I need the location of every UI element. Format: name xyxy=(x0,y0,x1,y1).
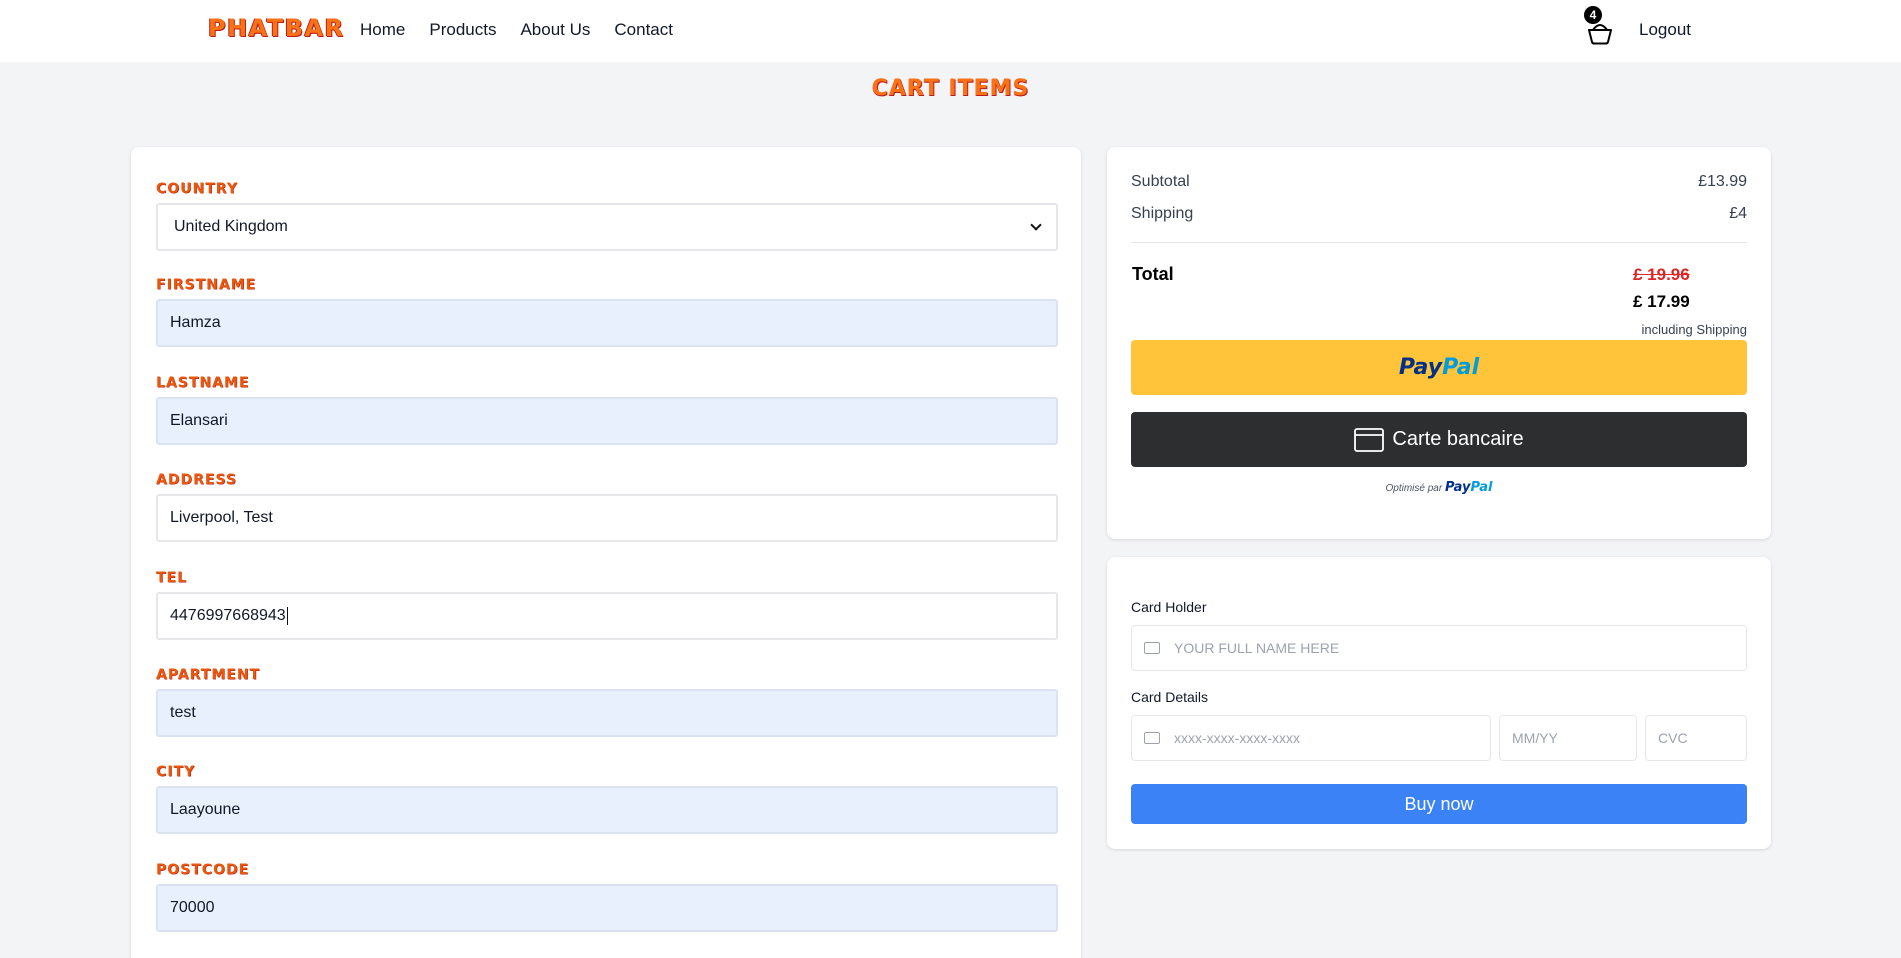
tel-label: Tel xyxy=(156,570,188,586)
card-button-label: Carte bancaire xyxy=(1392,428,1524,450)
firstname-label: Firstname xyxy=(156,277,257,293)
cart-button[interactable]: 4 xyxy=(1582,6,1618,46)
subtotal-value: £13.99 xyxy=(1698,173,1747,190)
lastname-input[interactable]: Elansari xyxy=(156,397,1058,445)
nav-links: Home Products About Us Contact xyxy=(360,20,673,40)
address-label: Address xyxy=(156,472,237,488)
brand-logo[interactable]: PHATBAR xyxy=(208,14,345,42)
shipping-row: Shipping £4 xyxy=(1131,205,1747,223)
card-payment-form: Card Holder YOUR FULL NAME HERE Card Det… xyxy=(1107,557,1771,849)
cart-count-badge: 4 xyxy=(1584,6,1602,24)
powered-brand-pal: Pal xyxy=(1470,480,1493,495)
paypal-logo-pay: Pay xyxy=(1398,355,1443,380)
card-holder-placeholder: YOUR FULL NAME HERE xyxy=(1174,640,1340,656)
powered-brand-pay: Pay xyxy=(1444,480,1471,495)
nav-link-about[interactable]: About Us xyxy=(520,20,590,40)
city-value: Laayoune xyxy=(170,801,241,818)
cvc-placeholder: CVC xyxy=(1658,730,1688,746)
page-title: Cart Items xyxy=(871,76,1030,101)
id-card-icon xyxy=(1144,642,1160,654)
card-holder-label: Card Holder xyxy=(1131,599,1207,615)
tel-value: 4476997668943 xyxy=(170,607,286,624)
country-select[interactable]: United Kingdom xyxy=(156,203,1058,251)
nav-link-home[interactable]: Home xyxy=(360,20,405,40)
expiry-input[interactable]: MM/YY xyxy=(1499,715,1637,761)
address-value: Liverpool, Test xyxy=(170,509,273,526)
powered-by-text: Optimisé par xyxy=(1385,483,1443,494)
total-label: Total xyxy=(1132,264,1174,284)
powered-by-paypal: Optimisé par PayPal xyxy=(1107,480,1771,495)
subtotal-label: Subtotal xyxy=(1131,173,1190,190)
credit-card-icon xyxy=(1144,732,1160,744)
country-value: United Kingdom xyxy=(174,218,288,235)
shipping-label: Shipping xyxy=(1131,205,1194,222)
credit-card-icon xyxy=(1354,427,1385,452)
country-label: Country xyxy=(156,181,238,197)
apartment-input[interactable]: test xyxy=(156,689,1058,737)
text-cursor xyxy=(286,607,288,625)
paypal-logo-pal: Pal xyxy=(1442,355,1480,380)
including-shipping-note: including Shipping xyxy=(1641,322,1747,337)
lastname-label: Lastname xyxy=(156,375,250,391)
nav-link-products[interactable]: Products xyxy=(429,20,496,40)
postcode-label: Postcode xyxy=(156,862,250,878)
card-details-label: Card Details xyxy=(1131,689,1209,705)
navbar: PHATBAR Home Products About Us Contact 4… xyxy=(0,0,1901,62)
expiry-placeholder: MM/YY xyxy=(1512,730,1558,746)
new-total-price: £ 17.99 xyxy=(1633,292,1690,311)
postcode-value: 70000 xyxy=(170,899,215,916)
old-total-price: £ 19.96 xyxy=(1633,265,1690,284)
order-summary: Subtotal £13.99 Shipping £4 Total £ 19.9… xyxy=(1107,147,1771,539)
buy-now-button[interactable]: Buy now xyxy=(1131,784,1747,824)
logout-link[interactable]: Logout xyxy=(1639,20,1691,40)
tel-input[interactable]: 4476997668943 xyxy=(156,592,1058,640)
address-input[interactable]: Liverpool, Test xyxy=(156,494,1058,542)
chevron-down-icon xyxy=(1030,219,1042,231)
card-number-input[interactable]: xxxx-xxxx-xxxx-xxxx xyxy=(1131,715,1491,761)
firstname-value: Hamza xyxy=(170,314,221,331)
card-payment-button[interactable]: Carte bancaire xyxy=(1131,412,1747,467)
postcode-input[interactable]: 70000 xyxy=(156,884,1058,932)
apartment-label: Apartment xyxy=(156,667,261,683)
city-label: City xyxy=(156,764,196,780)
card-number-placeholder: xxxx-xxxx-xxxx-xxxx xyxy=(1174,730,1300,746)
firstname-input[interactable]: Hamza xyxy=(156,299,1058,347)
summary-divider xyxy=(1131,242,1747,243)
shipping-value: £4 xyxy=(1729,205,1747,222)
lastname-value: Elansari xyxy=(170,412,228,429)
paypal-button[interactable]: Pay Pal xyxy=(1131,340,1747,395)
card-holder-input[interactable]: YOUR FULL NAME HERE xyxy=(1131,625,1747,671)
city-input[interactable]: Laayoune xyxy=(156,786,1058,834)
cvc-input[interactable]: CVC xyxy=(1645,715,1747,761)
nav-link-contact[interactable]: Contact xyxy=(614,20,673,40)
shipping-form: Country United Kingdom Firstname Hamza L… xyxy=(131,147,1081,958)
subtotal-row: Subtotal £13.99 xyxy=(1131,173,1747,191)
apartment-value: test xyxy=(170,704,196,721)
